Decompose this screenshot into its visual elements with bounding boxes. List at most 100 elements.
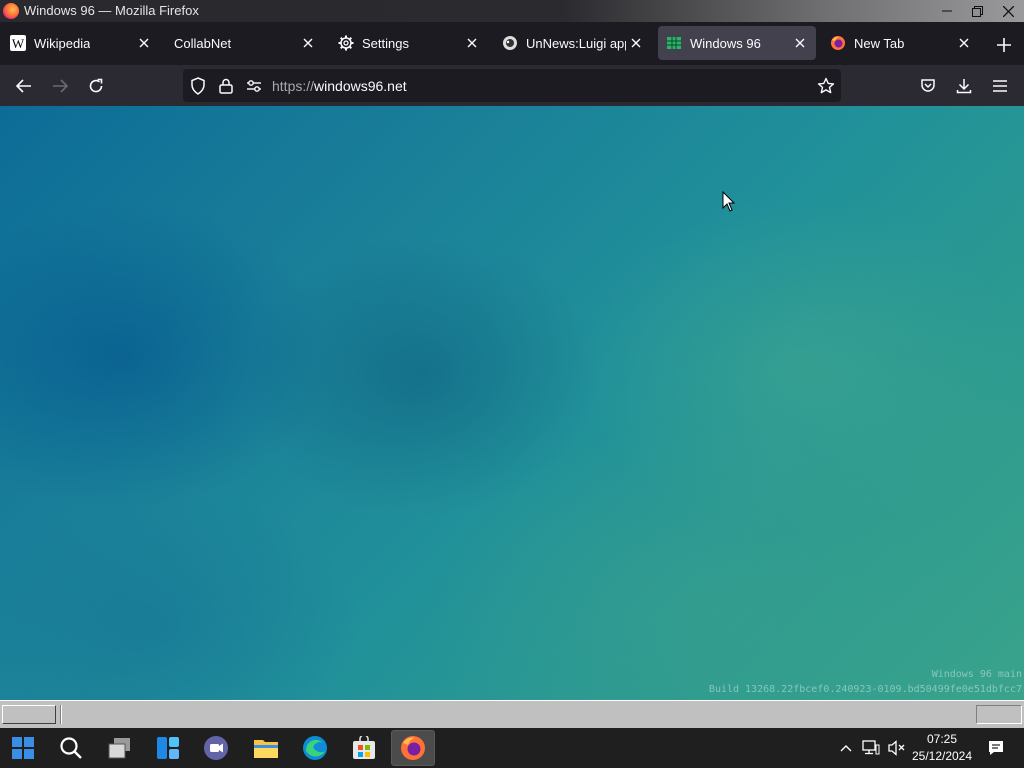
hamburger-menu-icon: [993, 80, 1007, 92]
tab-close-button[interactable]: [628, 35, 644, 51]
windows-logo-icon: [12, 737, 34, 759]
back-button[interactable]: [11, 73, 37, 99]
tab-label: CollabNet: [174, 36, 232, 51]
tab-unnews[interactable]: UnNews:Luigi appre: [494, 26, 652, 60]
tab-close-button[interactable]: [792, 35, 808, 51]
taskbar-clock[interactable]: 07:25 25/12/2024: [908, 731, 976, 765]
close-icon: [1003, 5, 1014, 17]
window-titlebar[interactable]: Windows 96 — Mozilla Firefox: [0, 0, 1024, 22]
tab-settings[interactable]: Settings: [330, 26, 488, 60]
firefox-taskbar-button[interactable]: [391, 730, 435, 766]
new-tab-button[interactable]: [992, 33, 1016, 57]
tab-close-button[interactable]: [956, 35, 972, 51]
notification-icon: [989, 741, 1003, 755]
arrow-left-icon: [16, 79, 31, 93]
clock-time: 07:25: [926, 732, 958, 746]
tab-strip: W Wikipedia CollabNet Settings UnNews:Lu…: [0, 22, 1024, 65]
chevron-up-icon: [840, 745, 852, 752]
notifications-button[interactable]: [984, 728, 1008, 768]
tab-label: Windows 96: [690, 36, 761, 51]
url-host: windows96.net: [314, 78, 407, 94]
arrow-right-icon: [53, 79, 68, 93]
widgets-icon: [157, 737, 179, 759]
uncyclopedia-icon: [502, 35, 518, 51]
minimize-icon: [941, 10, 952, 12]
close-icon: [139, 38, 149, 48]
start-button[interactable]: [7, 732, 39, 764]
volume-button[interactable]: [886, 728, 908, 768]
network-icon: [862, 740, 880, 755]
tab-close-button[interactable]: [464, 35, 480, 51]
reload-button[interactable]: [83, 73, 109, 99]
firefox-icon: [401, 736, 425, 760]
win96-start-button[interactable]: [2, 705, 56, 724]
volume-muted-icon: [888, 740, 905, 756]
reload-icon: [89, 78, 103, 93]
firefox-logo-icon: [3, 3, 19, 19]
network-button[interactable]: [860, 728, 882, 768]
wikipedia-icon: W: [10, 35, 26, 51]
downloads-button[interactable]: [951, 73, 977, 99]
tab-close-button[interactable]: [300, 35, 316, 51]
tab-label: Wikipedia: [34, 36, 91, 51]
window-controls: [931, 0, 1024, 22]
search-button[interactable]: [55, 732, 87, 764]
gear-icon: [338, 35, 354, 51]
tab-wikipedia[interactable]: W Wikipedia: [2, 26, 160, 60]
win96-taskbar-separator: [60, 705, 62, 724]
search-icon: [60, 737, 82, 759]
close-window-button[interactable]: [993, 0, 1024, 22]
close-icon: [467, 38, 477, 48]
tab-label: UnNews:Luigi appre: [526, 36, 626, 51]
task-view-icon: [108, 738, 130, 759]
microsoft-store-button[interactable]: [348, 732, 380, 764]
tab-label: New Tab: [854, 36, 905, 51]
build-number-text: Build 13268.22fbcef0.240923-0109.bd50499…: [708, 684, 1022, 695]
minimize-button[interactable]: [931, 0, 962, 22]
tracking-protection-shield-icon[interactable]: [189, 77, 207, 95]
bookmark-star-icon[interactable]: [817, 77, 835, 95]
pocket-icon: [921, 79, 935, 92]
build-title-text: Windows 96 main: [931, 669, 1022, 680]
site-permissions-icon[interactable]: [245, 77, 263, 95]
lock-icon[interactable]: [217, 77, 235, 95]
tab-collabnet[interactable]: CollabNet: [166, 26, 324, 60]
url-bar[interactable]: https://windows96.net: [183, 69, 841, 102]
windows-taskbar: 07:25 25/12/2024: [0, 728, 1024, 768]
close-icon: [959, 38, 969, 48]
tab-new-tab[interactable]: New Tab: [822, 26, 980, 60]
restore-button[interactable]: [962, 0, 993, 22]
mouse-cursor-icon: [722, 191, 736, 212]
page-content-desktop[interactable]: Windows 96 main Build 13268.22fbcef0.240…: [0, 106, 1024, 700]
close-icon: [631, 38, 641, 48]
pocket-button[interactable]: [915, 73, 941, 99]
win96-taskbar: [0, 700, 1024, 728]
restore-icon: [972, 5, 983, 17]
close-icon: [795, 38, 805, 48]
teams-chat-button[interactable]: [200, 732, 232, 764]
navigation-toolbar: https://windows96.net: [0, 65, 1024, 106]
url-text[interactable]: https://windows96.net: [272, 78, 407, 94]
close-icon: [303, 38, 313, 48]
tab-close-button[interactable]: [136, 35, 152, 51]
windows96-icon: [666, 35, 682, 51]
folder-icon: [254, 740, 278, 758]
url-protocol: https://: [272, 78, 315, 94]
download-icon: [956, 79, 972, 94]
widgets-button[interactable]: [152, 732, 184, 764]
win96-system-tray[interactable]: [976, 705, 1022, 724]
window-title: Windows 96 — Mozilla Firefox: [24, 3, 199, 18]
app-menu-button[interactable]: [987, 73, 1013, 99]
svg-text:W: W: [12, 36, 25, 51]
edge-button[interactable]: [299, 732, 331, 764]
tab-windows96[interactable]: Windows 96: [658, 26, 816, 60]
forward-button[interactable]: [47, 73, 73, 99]
task-view-button[interactable]: [104, 732, 136, 764]
file-explorer-button[interactable]: [250, 732, 282, 764]
plus-icon: [997, 38, 1011, 52]
store-icon: [353, 736, 375, 759]
tab-label: Settings: [362, 36, 409, 51]
show-hidden-icons-button[interactable]: [836, 728, 856, 768]
firefox-icon: [830, 35, 846, 51]
chat-icon: [204, 736, 228, 760]
